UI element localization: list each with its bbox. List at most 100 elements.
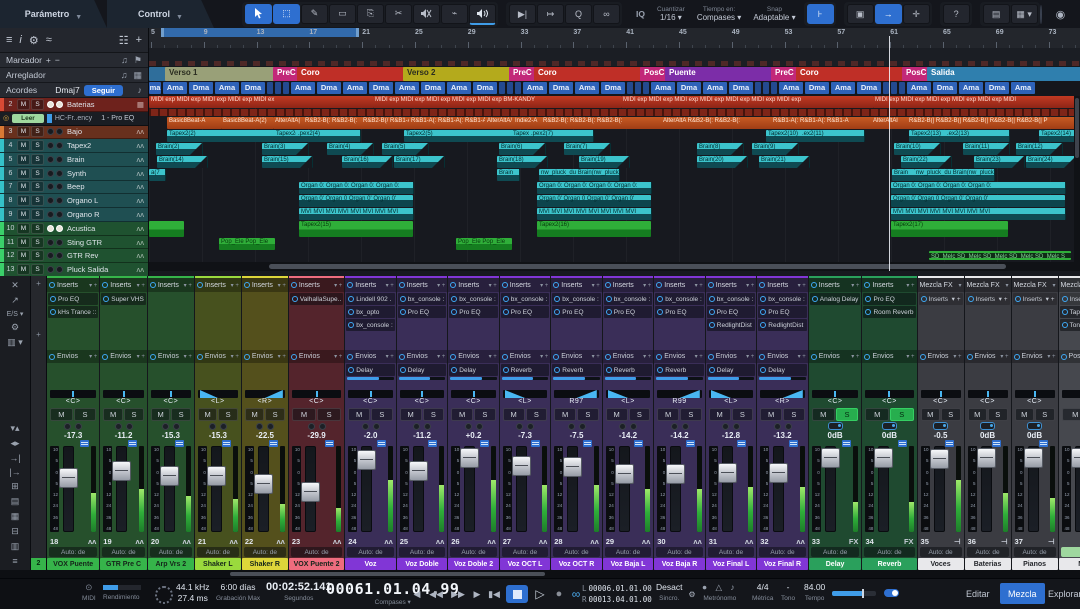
autoscroll-button[interactable]: ▶| xyxy=(509,4,536,24)
audio-clip[interactable]: nw_pluck_du Brain(nw_pluck xyxy=(914,169,995,181)
track-row[interactable]: 6MSSynthᴧᴧ xyxy=(0,167,148,181)
scrollbar-thumb[interactable] xyxy=(269,264,1006,269)
automation-leer-button[interactable]: Leer xyxy=(12,114,44,123)
pan-readout[interactable]: <R> xyxy=(757,398,808,408)
solo-button[interactable]: S xyxy=(988,408,1008,421)
record-arm-dot[interactable] xyxy=(47,239,54,246)
record-arm-dot[interactable] xyxy=(516,423,523,430)
help-button[interactable]: ? xyxy=(943,4,970,24)
mute-button[interactable]: M xyxy=(657,408,679,421)
play-button[interactable]: ▷ xyxy=(532,585,548,603)
power-icon[interactable] xyxy=(503,309,509,315)
pan-readout[interactable]: <L> xyxy=(706,398,757,408)
chord-block[interactable] xyxy=(635,82,641,94)
power-icon[interactable] xyxy=(709,296,715,302)
power-icon[interactable] xyxy=(291,282,297,288)
arranger-section[interactable]: Puente xyxy=(665,67,774,81)
mute-button[interactable]: M xyxy=(812,408,835,421)
power-icon[interactable] xyxy=(1061,354,1067,360)
record-arm-dot[interactable] xyxy=(465,423,472,430)
insert-slot[interactable]: bx_console : xyxy=(346,319,395,331)
track-solo-button[interactable]: S xyxy=(31,140,44,151)
link-toggle[interactable] xyxy=(933,422,948,430)
stop-button[interactable] xyxy=(506,585,528,603)
track-list-icon[interactable]: ☷ xyxy=(119,34,129,47)
inserts-header[interactable]: Inserts▾ + xyxy=(47,278,99,292)
track-row[interactable]: 8MSOrgano Lᴧᴧ xyxy=(0,194,148,208)
pan-readout[interactable]: <C> xyxy=(862,398,916,408)
monitor-dot[interactable] xyxy=(56,252,63,259)
sections-icon[interactable]: ▦ xyxy=(133,70,142,81)
power-icon[interactable] xyxy=(502,282,508,288)
power-icon[interactable] xyxy=(812,296,818,302)
audio-clip[interactable] xyxy=(149,109,1080,116)
solo-button[interactable]: S xyxy=(474,408,496,421)
channel-name-tag[interactable]: GTR Pre C xyxy=(100,558,147,570)
power-icon[interactable] xyxy=(656,282,662,288)
audio-clip[interactable]: MVI MVI MVI MVI MVI MVI MVI MVI xyxy=(299,208,414,220)
chord-block[interactable] xyxy=(499,82,505,94)
track-mute-button[interactable]: M xyxy=(17,181,30,192)
track-solo-button[interactable]: S xyxy=(31,126,44,137)
power-icon[interactable] xyxy=(709,309,715,315)
pan-readout[interactable]: <L> xyxy=(603,398,654,408)
power-icon[interactable] xyxy=(49,354,55,360)
send-level-slider[interactable] xyxy=(399,377,446,380)
volume-readout[interactable]: -11.2 xyxy=(100,431,147,442)
chord-block[interactable] xyxy=(627,82,633,94)
chord-block[interactable]: Ama xyxy=(523,82,547,94)
playhead[interactable] xyxy=(889,36,890,271)
fader-track[interactable] xyxy=(619,446,630,532)
record-arm-dot[interactable] xyxy=(774,423,781,430)
scrollbar-thumb[interactable] xyxy=(230,572,545,576)
audio-clip[interactable]: Tapex2(16) xyxy=(537,221,651,237)
track-mute-button[interactable]: M xyxy=(17,126,30,137)
channel-name-tag[interactable]: Voz Baja L xyxy=(603,558,654,570)
meter-signature[interactable]: 4/4Métrica xyxy=(752,582,773,604)
cuantizar-dropdown[interactable]: Cuantizar 1/16 ▾ xyxy=(657,6,685,22)
power-icon[interactable] xyxy=(399,354,405,360)
chord-block[interactable]: Dma xyxy=(189,82,213,94)
power-icon[interactable] xyxy=(657,367,663,373)
audio-clip[interactable]: Brain(11) xyxy=(963,143,1010,155)
arranger-section[interactable]: PosC xyxy=(640,67,667,81)
audio-clip[interactable]: Brain(12) xyxy=(1016,143,1063,155)
power-icon[interactable] xyxy=(1062,309,1068,315)
track-solo-button[interactable]: S xyxy=(31,99,44,110)
audio-clip[interactable]: Brain(5) xyxy=(382,143,429,155)
inserts-header[interactable]: Inserts▾ + xyxy=(195,278,241,292)
audio-clip[interactable]: Pop_Ele Pop_Ele xyxy=(456,238,512,250)
envios-header[interactable]: Envios▾ + xyxy=(100,350,147,363)
power-icon[interactable] xyxy=(50,309,56,315)
envios-header[interactable]: Envios▾ + xyxy=(148,350,194,363)
chord-block[interactable] xyxy=(755,82,761,94)
insert-slot[interactable]: bx_console : xyxy=(604,293,653,305)
mute-button[interactable]: M xyxy=(245,408,265,421)
pan-readout[interactable]: <C> xyxy=(289,398,344,408)
automation-mode[interactable]: Auto: de xyxy=(502,547,549,557)
track-edit-button[interactable]: ▣ xyxy=(847,4,874,24)
link-toggle[interactable] xyxy=(980,422,995,430)
track-row[interactable]: 11MSSting GTRᴧᴧ xyxy=(0,236,148,250)
inserts-header[interactable]: Inserts▾ + xyxy=(809,278,862,292)
monitor-dot[interactable] xyxy=(579,423,586,430)
channel-name-tag[interactable]: Arp Vrs 2 xyxy=(148,558,194,570)
insert-slot[interactable]: Tonal Balan.: xyxy=(1060,319,1080,331)
audio-clip[interactable]: Brain xyxy=(497,169,520,181)
send-level-slider[interactable] xyxy=(759,377,806,380)
insert-slot[interactable]: kHs Trance :: xyxy=(48,306,98,318)
pan-control[interactable] xyxy=(606,390,651,398)
crosshair-button[interactable]: ✛ xyxy=(903,4,930,24)
power-icon[interactable] xyxy=(1015,296,1021,302)
mixer-channel[interactable]: Inserts▾ +bx_console :Pro EQEnvios▾ +Rev… xyxy=(603,276,654,570)
insert-slot[interactable]: bx_console : xyxy=(655,293,704,305)
channel-name-tag[interactable]: Reverb xyxy=(862,558,916,570)
fader-handle[interactable] xyxy=(301,482,320,502)
timeline-ruler[interactable]: 5913172125293337414549535761656973 xyxy=(149,28,1080,49)
automation-mode[interactable]: Auto: de xyxy=(864,547,914,557)
automation-icon[interactable] xyxy=(842,440,851,447)
monitor-dot[interactable] xyxy=(630,423,637,430)
power-icon[interactable] xyxy=(503,367,509,373)
mixer-channel[interactable]: Inserts▾ +Envios▾ +<R>MS-22.510505122436… xyxy=(242,276,288,570)
audio-clip[interactable]: a(7 xyxy=(149,169,166,181)
